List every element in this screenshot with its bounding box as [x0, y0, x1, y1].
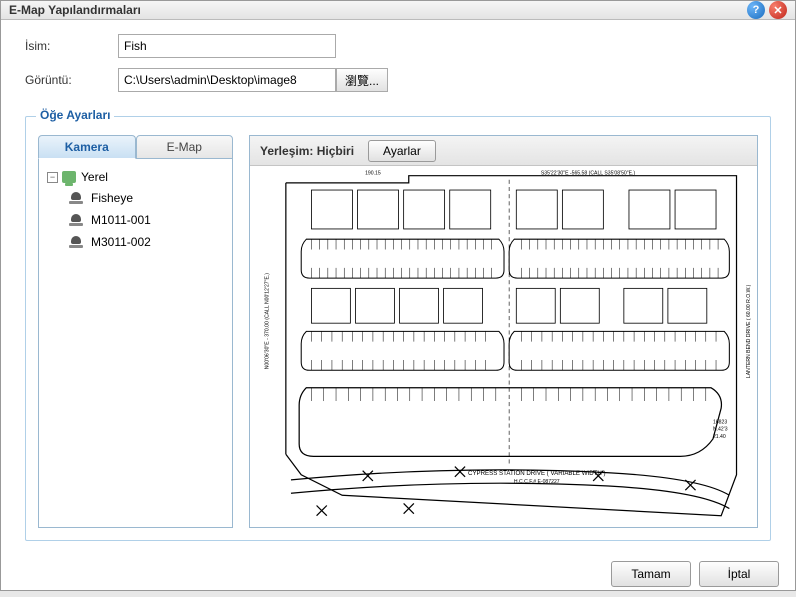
parking-ticks-3	[311, 388, 705, 401]
parking-ticks-2	[311, 331, 716, 370]
collapse-icon[interactable]: −	[47, 172, 58, 183]
help-icon[interactable]: ?	[747, 1, 765, 19]
window-title: E-Map Yapılandırmaları	[9, 3, 743, 17]
tree-item-label: M1011-001	[91, 213, 151, 227]
ok-button[interactable]: Tamam	[611, 561, 691, 587]
settings-button[interactable]: Ayarlar	[368, 140, 436, 162]
tabs: Kamera E-Map	[38, 135, 233, 159]
placement-label: Yerleşim: Hiçbiri	[260, 144, 354, 158]
camera-tree: − Yerel Fisheye M1011-001 M3011-00	[38, 159, 233, 528]
placement-bar: Yerleşim: Hiçbiri Ayarlar	[250, 136, 757, 166]
parking-island-bottom	[299, 388, 721, 457]
tree-item-label: M3011-002	[91, 235, 151, 249]
tree-root-label: Yerel	[81, 170, 108, 184]
parking-island-2	[509, 239, 729, 278]
buildings-top	[311, 190, 716, 229]
right-road-label: LANTERN BEND DRIVE ( 60.00 R.O.W.)	[746, 284, 752, 378]
road-label-2: H.C.C.F.# E-087227	[514, 479, 560, 485]
site-plan-svg: 190.15 S35'22'30"E -565.58 (CALL S35'08'…	[250, 166, 757, 527]
name-label: İsim:	[25, 39, 118, 53]
map-canvas[interactable]: 190.15 S35'22'30"E -565.58 (CALL S35'08'…	[250, 166, 757, 527]
camera-icon	[69, 192, 85, 204]
content-area: İsim: Görüntü: 瀏覽... Öğe Ayarları Kamera…	[1, 20, 795, 551]
image-row: Görüntü: 瀏覽...	[25, 68, 771, 92]
parking-island-3	[301, 331, 504, 370]
right-panel: Yerleşim: Hiçbiri Ayarlar 190.15 S35'22'…	[249, 135, 758, 528]
image-path-input[interactable]	[118, 68, 336, 92]
browse-button[interactable]: 瀏覽...	[336, 68, 388, 92]
parking-ticks-1	[311, 239, 718, 278]
tree-item-m3011[interactable]: M3011-002	[45, 231, 226, 253]
close-icon[interactable]: ✕	[769, 1, 787, 19]
emap-config-dialog: E-Map Yapılandırmaları ? ✕ İsim: Görüntü…	[0, 0, 796, 591]
road-label-1: CYPRESS STATION DRIVE ( VARIABLE WIDTH )	[468, 470, 605, 477]
parking-island-1	[301, 239, 504, 278]
name-row: İsim:	[25, 34, 771, 58]
dim-left: N00'06'30"E - 370.00 (CALL N00'12'27"E.)	[264, 273, 270, 370]
image-label: Görüntü:	[25, 73, 118, 87]
tab-camera[interactable]: Kamera	[38, 135, 136, 159]
item-settings-fieldset: Öğe Ayarları Kamera E-Map − Yerel Fishey…	[25, 116, 771, 541]
dim-br3: 21.40	[713, 434, 726, 440]
dim-top-right: S35'22'30"E -565.58 (CALL S35'08'50"E.)	[541, 171, 636, 177]
camera-icon	[69, 214, 85, 226]
dim-br1: 16823	[713, 420, 727, 426]
tree-item-label: Fisheye	[91, 191, 133, 205]
name-input[interactable]	[118, 34, 336, 58]
tree-item-fisheye[interactable]: Fisheye	[45, 187, 226, 209]
tab-emap[interactable]: E-Map	[136, 135, 234, 159]
dim-br2: N.42'3	[713, 427, 728, 433]
camera-icon	[69, 236, 85, 248]
fieldset-legend: Öğe Ayarları	[36, 108, 114, 122]
footer: Tamam İptal	[1, 551, 795, 597]
titlebar: E-Map Yapılandırmaları ? ✕	[1, 1, 795, 20]
left-panel: Kamera E-Map − Yerel Fisheye M	[38, 135, 233, 528]
tree-root-node[interactable]: − Yerel	[45, 167, 226, 187]
cancel-button[interactable]: İptal	[699, 561, 779, 587]
server-icon	[62, 171, 76, 183]
tree-item-m1011[interactable]: M1011-001	[45, 209, 226, 231]
dim-top-left: 190.15	[365, 171, 381, 177]
